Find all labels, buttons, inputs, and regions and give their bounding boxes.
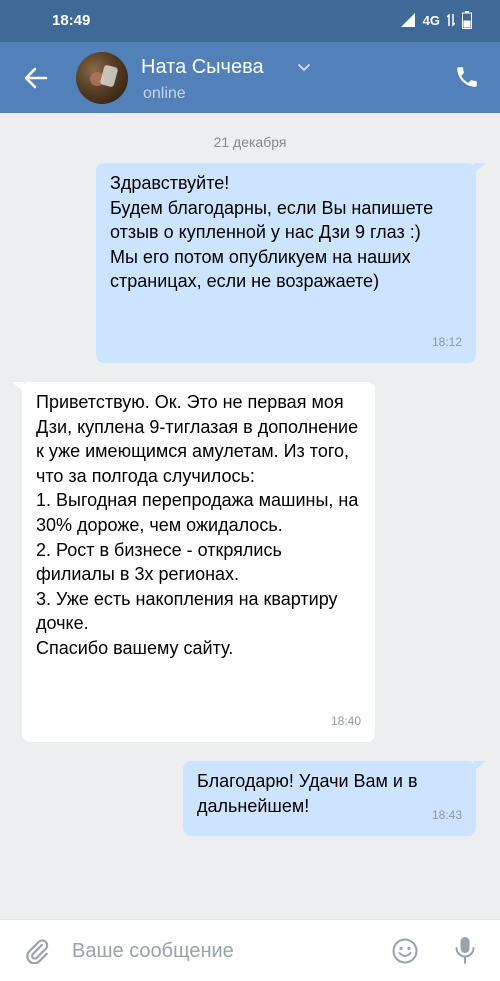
status-time: 18:49 xyxy=(52,12,91,29)
paperclip-icon[interactable] xyxy=(24,938,50,964)
avatar[interactable] xyxy=(76,52,128,104)
status-bar: 18:49 4G xyxy=(0,0,500,42)
message-time: 18:43 xyxy=(431,808,462,823)
message-time: 18:12 xyxy=(431,335,462,350)
status-icons: 4G xyxy=(400,11,472,29)
contact-name[interactable]: Ната Сычева xyxy=(141,56,264,79)
battery-icon xyxy=(462,11,472,29)
chevron-down-icon[interactable] xyxy=(297,60,311,74)
smile-icon[interactable] xyxy=(391,937,419,965)
network-type: 4G xyxy=(422,12,440,28)
message-text: Здравствуйте! Будем благодарны, если Вы … xyxy=(110,173,434,292)
message-input[interactable] xyxy=(72,932,372,970)
message-time: 18:40 xyxy=(330,714,361,729)
message-bubble-outgoing[interactable]: Благодарю! Удачи Вам и в дальнейшем! 18:… xyxy=(183,761,476,836)
date-separator: 21 декабря xyxy=(213,134,287,150)
message-text: Приветствую. Ок. Это не первая моя Дзи, … xyxy=(36,392,359,658)
signal-icon xyxy=(400,13,415,27)
message-bubble-outgoing[interactable]: Здравствуйте! Будем благодарны, если Вы … xyxy=(96,163,476,363)
message-composer xyxy=(0,919,500,981)
data-transfer-icon xyxy=(447,13,455,27)
microphone-icon[interactable] xyxy=(453,935,477,965)
message-bubble-incoming[interactable]: Приветствую. Ок. Это не первая моя Дзи, … xyxy=(22,382,375,742)
arrow-left-icon[interactable] xyxy=(22,64,50,92)
chat-header: Ната Сычева online xyxy=(0,42,500,113)
message-text: Благодарю! Удачи Вам и в дальнейшем! xyxy=(197,771,418,816)
phone-icon[interactable] xyxy=(454,64,480,90)
contact-status: online xyxy=(143,85,186,102)
